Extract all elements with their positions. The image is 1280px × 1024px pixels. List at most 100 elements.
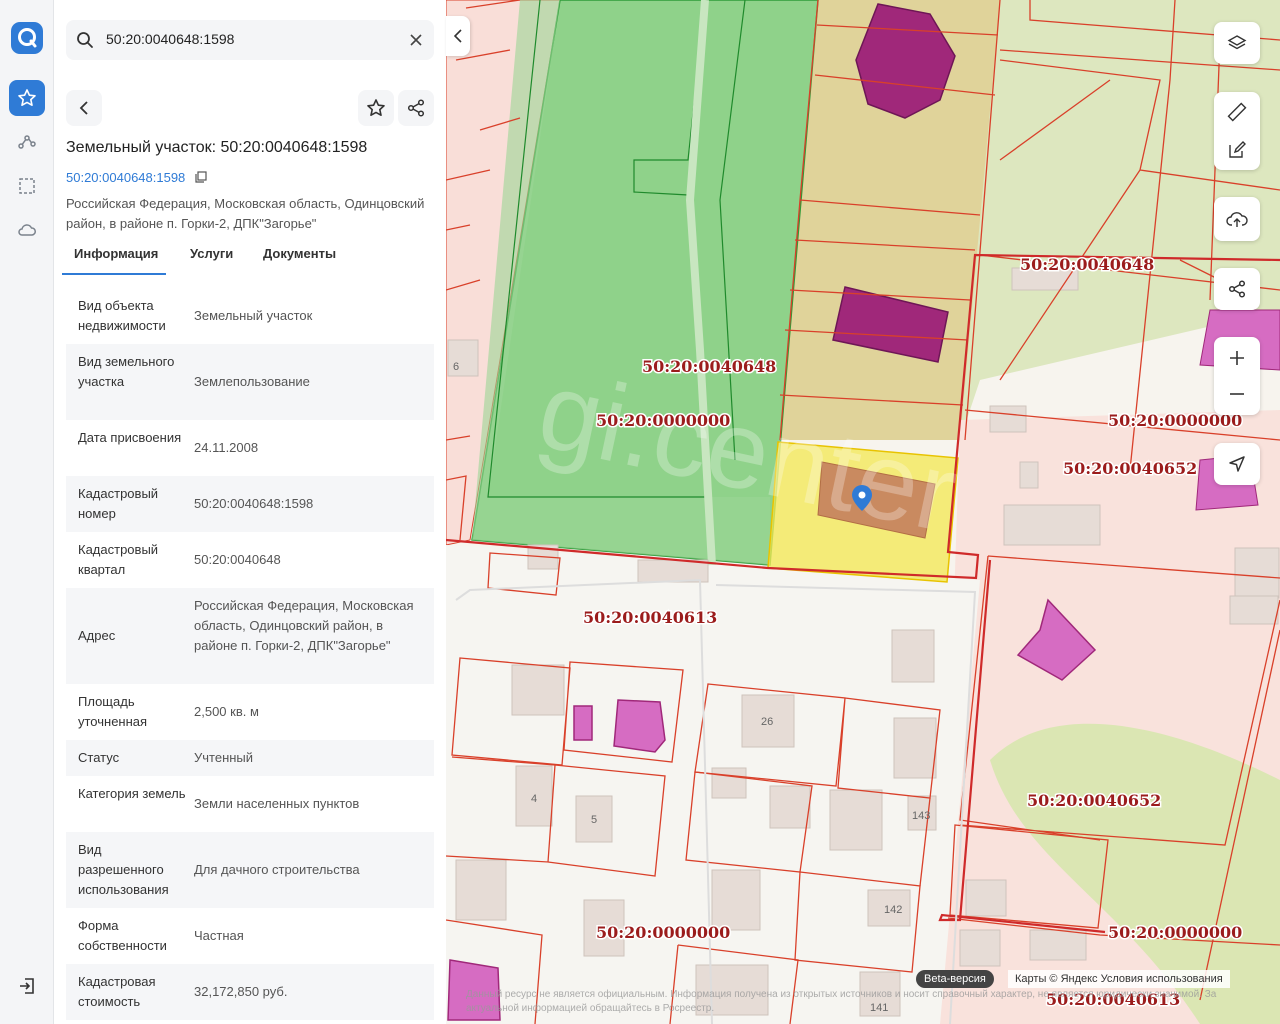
row-value: 2,500 кв. м	[194, 704, 259, 719]
layers-button[interactable]	[1214, 22, 1260, 64]
row-value: Земли населенных пунктов	[194, 796, 360, 811]
row-value: Земельный участок	[194, 308, 313, 323]
tab-information[interactable]: Информация	[74, 246, 158, 261]
info-row: Форма собственности Частная	[66, 908, 434, 964]
tab-documents[interactable]: Документы	[263, 246, 336, 261]
cadastral-number-text[interactable]: 50:20:0040648:1598	[66, 170, 185, 185]
row-label: Площадь уточненная	[78, 694, 148, 729]
search-input[interactable]: 50:20:0040648:1598	[106, 31, 234, 47]
info-row: Кадастровый квартал 50:20:0040648	[66, 532, 434, 588]
copy-icon[interactable]	[195, 171, 207, 183]
row-value: 32,172,850 руб.	[194, 984, 288, 999]
collapse-panel-button[interactable]	[446, 16, 470, 56]
info-row: Вид земельного участка Землепользование	[66, 344, 434, 420]
map-canvas[interactable]: gi.center 50:20:0040648 50:20:0040648 50…	[446, 0, 1280, 1024]
active-tab-indicator	[62, 273, 166, 275]
map-view[interactable]: gi.center 50:20:0040648 50:20:0040648 50…	[446, 0, 1280, 1024]
house-number: 5	[591, 814, 597, 826]
layers-icon	[1227, 35, 1247, 50]
house-number: 6	[453, 361, 459, 373]
info-row: Площадь уточненная 2,500 кв. м	[66, 684, 434, 740]
ruler-button[interactable]	[1214, 94, 1260, 130]
share-icon	[1228, 280, 1246, 298]
row-value: Частная	[194, 928, 244, 943]
info-panel: 50:20:0040648:1598 Земельный участок: 50…	[54, 0, 446, 1024]
info-row: Кадастровый номер 50:20:0040648:1598	[66, 476, 434, 532]
quarter-label: 50:20:0000000	[596, 923, 730, 942]
object-title: Земельный участок: 50:20:0040648:1598	[66, 139, 368, 156]
search-box[interactable]: 50:20:0040648:1598	[66, 20, 434, 60]
info-row: Кадастровая стоимость 32,172,850 руб.	[66, 964, 434, 1020]
zoom-controls	[1214, 337, 1260, 415]
info-row: Вид объекта недвижимости Земельный участо…	[66, 288, 434, 344]
beta-badge: Beta-версия	[916, 970, 994, 988]
clear-search-icon[interactable]	[410, 34, 422, 46]
quarter-label: 50:20:0000000	[1108, 923, 1242, 942]
row-label: Категория земель	[78, 786, 186, 801]
zoom-out-button[interactable]	[1214, 376, 1260, 412]
share-icon	[407, 99, 425, 117]
info-row: Адрес Российская Федерация, Московская об…	[66, 588, 434, 684]
row-label: Адрес	[78, 628, 116, 643]
quarter-label: 50:20:0040652	[1027, 791, 1161, 810]
row-value: Российская Федерация, Московская область…	[194, 598, 414, 653]
edit-icon	[1229, 141, 1246, 158]
chevron-left-icon	[454, 29, 462, 43]
row-label: Кадастровый номер	[78, 486, 159, 521]
quarter-label: 50:20:0000000	[596, 411, 730, 430]
house-number: 26	[761, 716, 773, 728]
favorites-icon[interactable]	[9, 80, 45, 116]
app-logo-icon[interactable]	[9, 20, 45, 56]
quarter-label: 50:20:0040648	[642, 357, 776, 376]
left-rail	[0, 0, 54, 1024]
map-attribution[interactable]: Карты © Яндекс Условия использования	[1008, 970, 1230, 988]
cloud-upload-icon	[1226, 212, 1248, 227]
ruler-icon	[1227, 102, 1247, 122]
object-address: Российская Федерация, Московская область…	[66, 196, 425, 231]
row-value: 50:20:0040648:1598	[194, 496, 314, 511]
row-value: Землепользование	[194, 374, 310, 389]
edit-button[interactable]	[1214, 132, 1260, 168]
favorite-button[interactable]	[358, 90, 394, 126]
minus-icon	[1230, 393, 1244, 395]
row-label: Вид объекта недвижимости	[78, 298, 166, 333]
info-row: Вид разрешенного использования Для дачног…	[66, 832, 434, 908]
row-label: Дата присвоения	[78, 430, 182, 445]
row-value: Для дачного строительства	[194, 862, 360, 877]
row-label: Вид разрешенного использования	[78, 842, 169, 897]
row-label: Кадастровая стоимость	[78, 974, 156, 1009]
map-share-button[interactable]	[1214, 268, 1260, 310]
quarter-label: 50:20:0040652	[1063, 459, 1197, 478]
quarter-label: 50:20:0040648	[1020, 255, 1154, 274]
logout-icon[interactable]	[9, 968, 45, 1004]
chevron-left-icon	[79, 101, 88, 115]
measure-tools-group	[1214, 92, 1260, 170]
row-value: Учтенный	[194, 750, 254, 765]
row-label: Статус	[78, 750, 120, 765]
row-label: Вид земельного участка	[78, 354, 175, 389]
plus-icon	[1230, 351, 1244, 365]
map-disclaimer: Данный ресурс не является официальным. И…	[466, 989, 1217, 1014]
row-label: Форма собственности	[78, 918, 167, 953]
upload-button[interactable]	[1214, 197, 1260, 241]
house-number: 142	[884, 904, 902, 916]
selection-area-icon[interactable]	[9, 168, 45, 204]
locate-me-button[interactable]	[1214, 443, 1260, 485]
cadastral-number-link[interactable]: 50:20:0040648:1598	[66, 170, 207, 185]
house-number: 143	[912, 810, 930, 822]
quarter-label: 50:20:0040613	[583, 608, 717, 627]
info-row: Дата присвоения 24.11.2008	[66, 420, 434, 476]
navigation-arrow-icon	[1229, 456, 1245, 472]
house-number: 4	[531, 793, 537, 805]
row-value: 24.11.2008	[194, 440, 259, 455]
search-icon	[77, 32, 93, 48]
row-value: 50:20:0040648	[194, 552, 281, 567]
zoom-in-button[interactable]	[1214, 340, 1260, 376]
cloud-icon[interactable]	[9, 212, 45, 248]
info-row: Статус Учтенный	[66, 740, 434, 776]
route-icon[interactable]	[9, 124, 45, 160]
info-row: Категория земель Земли населенных пунктов	[66, 776, 434, 832]
share-button[interactable]	[398, 90, 434, 126]
tab-services[interactable]: Услуги	[190, 246, 233, 261]
back-button[interactable]	[66, 90, 102, 126]
